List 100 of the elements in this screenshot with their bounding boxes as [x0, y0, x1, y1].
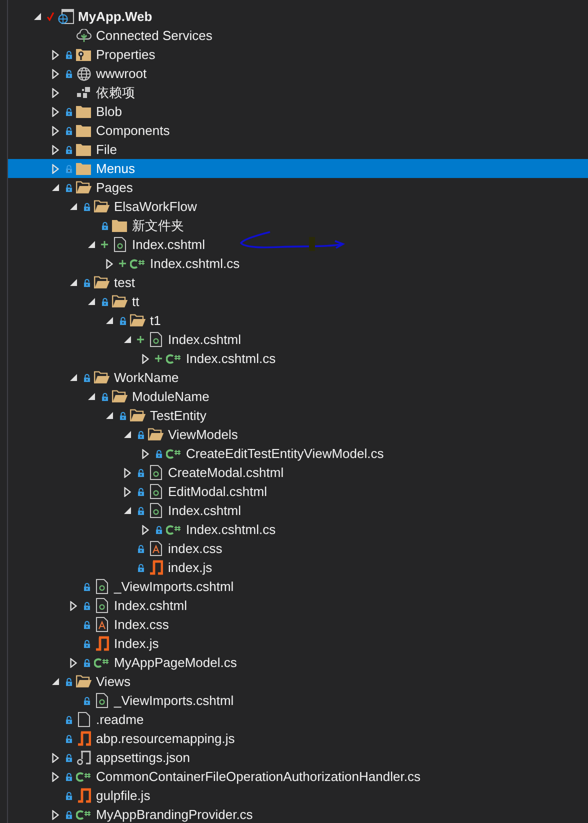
dependencies-icon — [76, 86, 90, 98]
collapsed-arrow-icon[interactable] — [70, 658, 76, 668]
expanded-arrow-icon[interactable] — [106, 317, 112, 324]
tree-item[interactable]: Views — [8, 672, 588, 691]
tree-item[interactable]: Index.cshtml — [8, 235, 588, 254]
script-file-icon — [94, 636, 108, 651]
lock-icon — [138, 506, 144, 514]
tree-item[interactable]: Index.cshtml.cs — [8, 349, 588, 368]
tree-item[interactable]: TestEntity — [8, 406, 588, 425]
lock-icon — [138, 544, 144, 552]
expanded-arrow-icon[interactable] — [124, 336, 130, 343]
open-folder-icon — [94, 200, 110, 213]
collapsed-arrow-icon[interactable] — [142, 524, 148, 534]
stylesheet-file-icon — [150, 541, 162, 556]
open-folder-icon — [94, 371, 110, 384]
open-folder-icon — [130, 314, 146, 327]
csharp-file-icon — [94, 658, 109, 668]
tree-item[interactable]: CreateEditTestEntityViewModel.cs — [8, 444, 588, 463]
expanded-arrow-icon[interactable] — [124, 507, 130, 514]
tree-item[interactable]: _ViewImports.cshtml — [8, 691, 588, 710]
razor-file-icon — [96, 579, 108, 594]
tree-item[interactable]: abp.resourcemapping.js — [8, 729, 588, 748]
csharp-file-icon — [76, 810, 91, 820]
collapsed-arrow-icon[interactable] — [52, 810, 58, 820]
open-folder-icon — [76, 181, 92, 194]
collapsed-arrow-icon[interactable] — [70, 600, 76, 610]
open-folder-icon — [76, 675, 92, 688]
tree-item[interactable]: Index.css — [8, 615, 588, 634]
tree-item[interactable]: 新文件夹 — [8, 216, 588, 235]
expanded-arrow-icon[interactable] — [52, 678, 58, 685]
tree-item[interactable]: 依赖项 — [8, 83, 588, 102]
script-file-icon — [76, 788, 90, 803]
expanded-arrow-icon[interactable] — [70, 279, 76, 286]
tree-item[interactable]: ModuleName — [8, 387, 588, 406]
expanded-arrow-icon[interactable] — [88, 298, 94, 305]
plus-icon — [119, 260, 126, 267]
csharp-file-icon — [166, 524, 181, 534]
lock-icon — [84, 620, 90, 628]
cloud-plug-icon — [76, 28, 92, 42]
tree-item[interactable]: Index.cshtml — [8, 596, 588, 615]
tree-item[interactable]: Connected Services — [8, 26, 588, 45]
lock-icon — [84, 278, 90, 286]
expanded-arrow-icon[interactable] — [124, 431, 130, 438]
tree-item[interactable]: ViewModels — [8, 425, 588, 444]
tree-item[interactable]: Index.cshtml.cs — [8, 520, 588, 539]
tree-item[interactable]: index.css — [8, 539, 588, 558]
collapsed-arrow-icon[interactable] — [142, 354, 148, 364]
tree-item[interactable]: File — [8, 140, 588, 159]
tree-item[interactable]: Index.cshtml — [8, 330, 588, 349]
lock-icon — [138, 468, 144, 476]
tree-item[interactable]: EditModal.cshtml — [8, 482, 588, 501]
lock-icon — [84, 696, 90, 704]
tree-item[interactable]: MyAppPageModel.cs — [8, 653, 588, 672]
expanded-arrow-icon[interactable] — [34, 13, 40, 20]
expanded-arrow-icon[interactable] — [52, 184, 58, 191]
lock-icon — [66, 108, 72, 116]
plus-icon — [101, 241, 108, 248]
lock-icon — [66, 792, 72, 800]
expanded-arrow-icon[interactable] — [106, 412, 112, 419]
tree-item[interactable]: gulpfile.js — [8, 786, 588, 805]
tree-item[interactable]: Components — [8, 121, 588, 140]
globe-icon — [76, 66, 90, 80]
tree-item[interactable]: appsettings.json — [8, 748, 588, 767]
tree-item[interactable]: test — [8, 273, 588, 292]
expanded-arrow-icon[interactable] — [88, 241, 94, 248]
tree-item[interactable]: WorkName — [8, 368, 588, 387]
tree-item[interactable]: wwwroot — [8, 64, 588, 83]
check-icon — [47, 12, 54, 21]
open-folder-icon — [130, 409, 146, 422]
lock-icon — [66, 678, 72, 686]
lock-icon — [102, 392, 108, 400]
tree-item[interactable]: CommonContainerFileOperationAuthorizationHandler.cs — [8, 767, 588, 786]
expanded-arrow-icon[interactable] — [70, 374, 76, 381]
csharp-file-icon — [166, 354, 181, 364]
collapsed-arrow-icon[interactable] — [142, 448, 148, 458]
tree-item[interactable]: t1 — [8, 311, 588, 330]
tree-item[interactable]: Pages — [8, 178, 588, 197]
tree-item[interactable]: Blob — [8, 102, 588, 121]
razor-file-icon — [150, 465, 162, 480]
tree-item[interactable]: Index.js — [8, 634, 588, 653]
tree-item[interactable]: Index.cshtml — [8, 501, 588, 520]
plus-icon — [155, 355, 162, 362]
tree-item[interactable]: index.js — [8, 558, 588, 577]
expanded-arrow-icon[interactable] — [70, 203, 76, 210]
folder-icon — [76, 105, 91, 118]
tree-item[interactable]: tt — [8, 292, 588, 311]
tree-item[interactable]: MyApp.Web — [8, 7, 588, 26]
razor-file-icon — [150, 484, 162, 499]
tree-item[interactable]: Properties — [8, 45, 588, 64]
tree-item[interactable]: Menus — [8, 159, 588, 178]
expanded-arrow-icon[interactable] — [88, 393, 94, 400]
collapsed-arrow-icon[interactable] — [106, 258, 112, 268]
lock-icon — [84, 202, 90, 210]
tree-item[interactable]: ElsaWorkFlow — [8, 197, 588, 216]
tree-item[interactable]: _ViewImports.cshtml — [8, 577, 588, 596]
tree-item[interactable]: CreateModal.cshtml — [8, 463, 588, 482]
tree-item[interactable]: MyAppBrandingProvider.cs — [8, 805, 588, 823]
tree-item[interactable]: Index.cshtml.cs — [8, 254, 588, 273]
open-folder-icon — [148, 428, 164, 441]
tree-item[interactable]: .readme — [8, 710, 588, 729]
